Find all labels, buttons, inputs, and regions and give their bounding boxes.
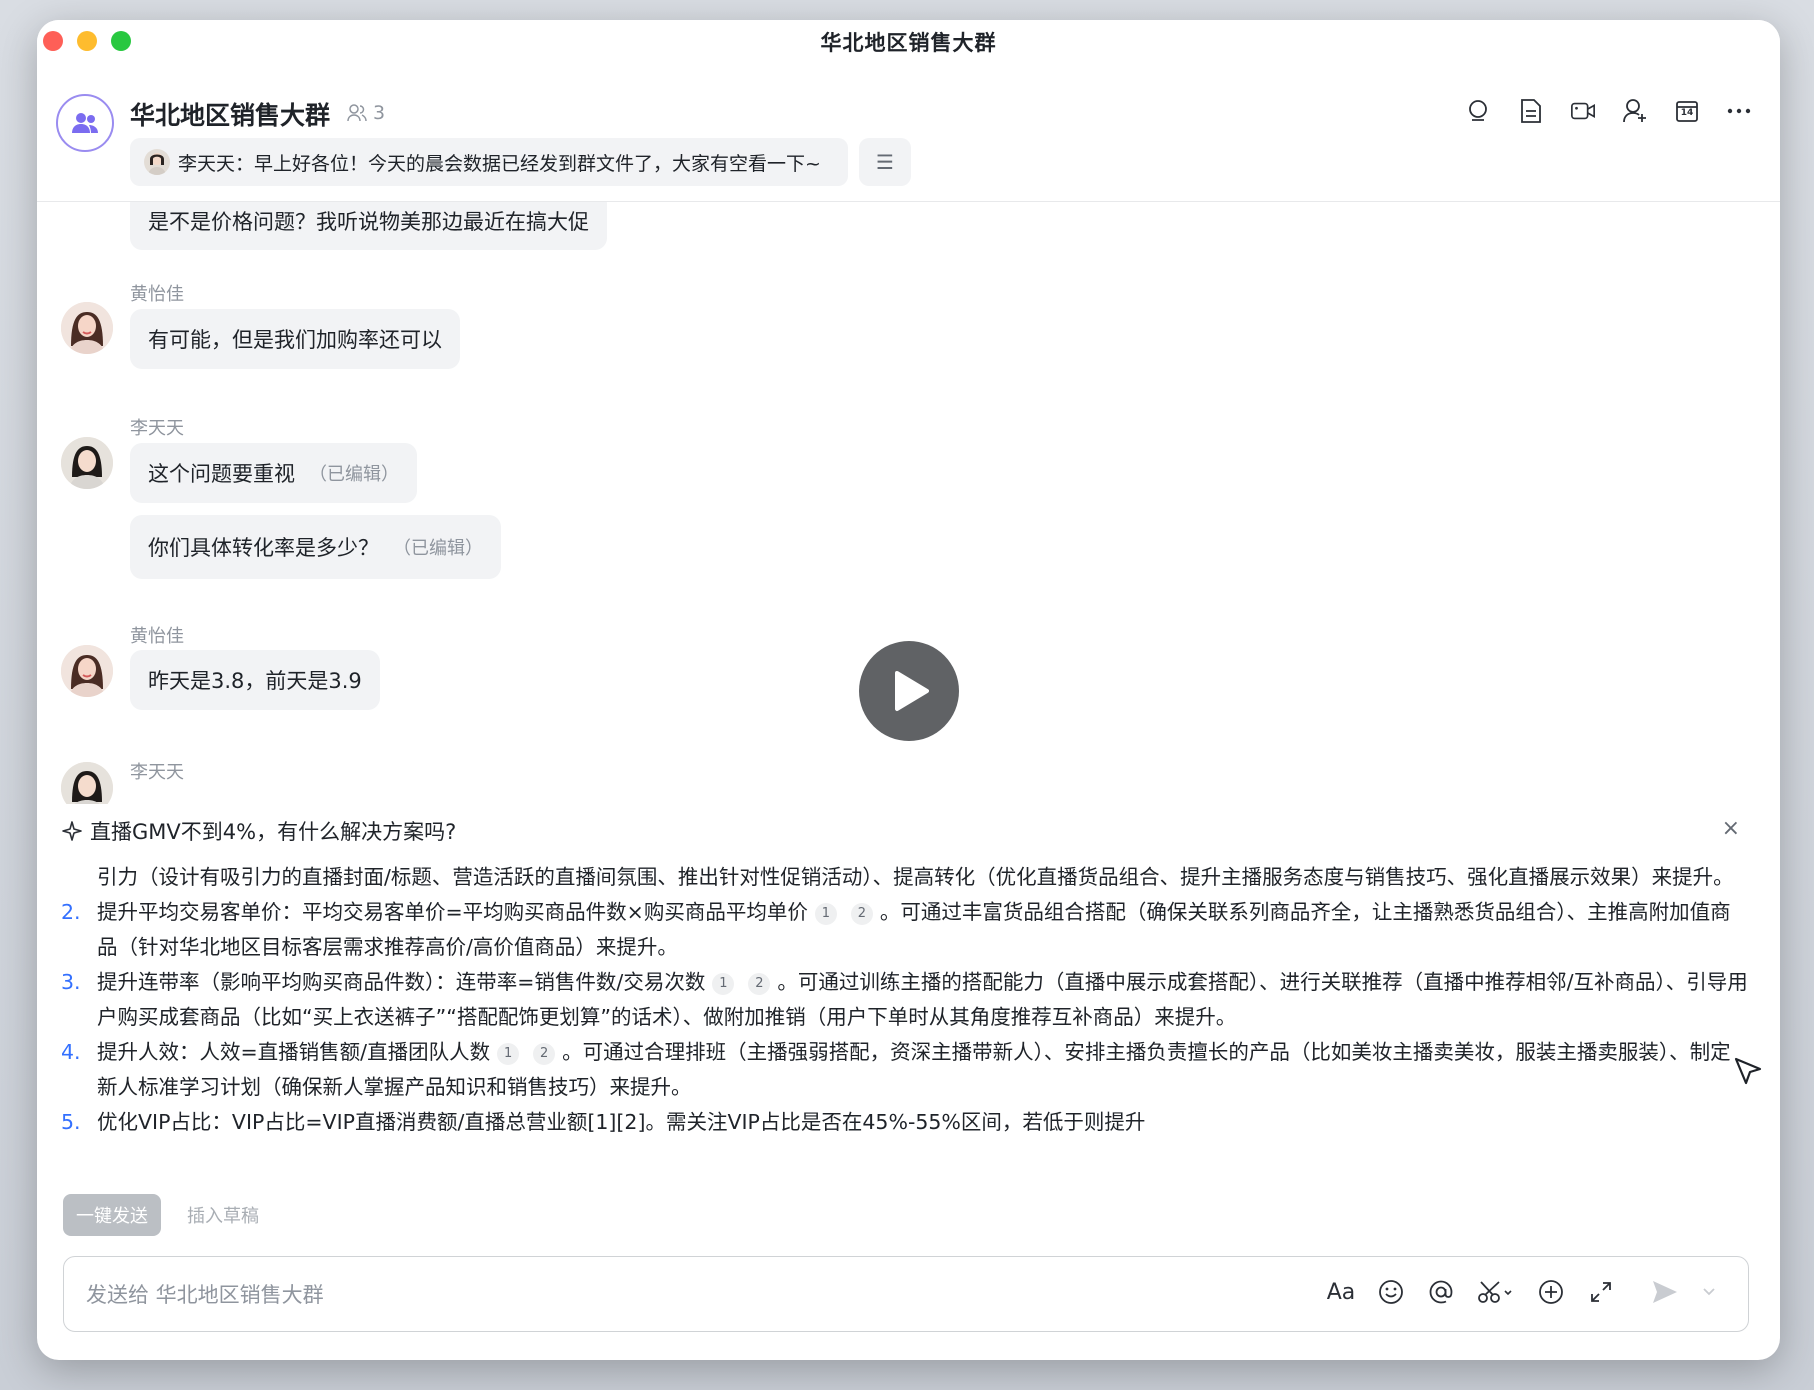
one-click-send-button[interactable]: 一键发送 (63, 1194, 161, 1236)
ai-answer-body: 引力（设计有吸引力的直播封面/标题、营造活跃的直播间氛围、推出针对性促销活动）、… (61, 860, 1751, 1140)
screenshot-icon[interactable] (1476, 1277, 1516, 1307)
citation-1[interactable]: 1 (712, 973, 735, 995)
format-icon[interactable]: Aa (1326, 1277, 1356, 1307)
answer-item: 4. 提升人效：人效=直播销售额/直播团队人数 1 2 。可通过合理排班（主播强弱搭配… (61, 1035, 1751, 1105)
input-toolbar: Aa (1326, 1277, 1718, 1307)
calendar-day: 14 (1680, 108, 1694, 118)
item-text: 引力（设计有吸引力的直播封面/标题、营造活跃的直播间氛围、推出针对性促销活动）、… (97, 865, 1734, 889)
message-bubble[interactable]: 你们具体转化率是多少？ （已编辑） (130, 515, 501, 579)
member-count-value: 3 (373, 102, 386, 124)
item-text-a: 优化VIP占比：VIP占比=VIP直播消费额/直播总营业额[1][2]。需关注V… (97, 1110, 1146, 1134)
message-text: 是不是价格问题？我听说物美那边最近在搞大促 (148, 210, 589, 234)
group-name[interactable]: 华北地区销售大群 (130, 96, 330, 132)
zoom-window-button[interactable] (111, 31, 131, 51)
citation-2[interactable]: 2 (850, 903, 873, 925)
window-title: 华北地区销售大群 (820, 31, 997, 55)
message-bubble[interactable]: 有可能，但是我们加购率还可以 (130, 309, 460, 369)
item-number: 2. (61, 900, 81, 924)
answer-item: 3. 提升连带率（影响平均购买商品件数）：连带率=销售件数/交易次数 1 2 。可通过… (61, 965, 1751, 1035)
ai-answer-panel: 直播GMV不到4%，有什么解决方案吗? × 引力（设计有吸引力的直播封面/标题、… (37, 804, 1780, 1254)
item-number (61, 860, 97, 895)
edited-label: （已编辑） (393, 538, 483, 559)
ai-question: 直播GMV不到4%，有什么解决方案吗? (62, 816, 456, 846)
sparkle-icon (62, 821, 82, 841)
play-button[interactable] (859, 641, 959, 741)
citation-2[interactable]: 2 (748, 973, 771, 995)
sender-name: 黄怡佳 (130, 626, 184, 647)
answer-item: 引力（设计有吸引力的直播封面/标题、营造活跃的直播间氛围、推出针对性促销活动）、… (61, 860, 1751, 895)
pin-avatar (144, 149, 170, 175)
citation-1[interactable]: 1 (814, 903, 837, 925)
video-icon[interactable] (1570, 98, 1596, 124)
pinned-message-text: 李天天：早上好各位！今天的晨会数据已经发到群文件了，大家有空看一下~ (178, 152, 821, 175)
title-bar: 华北地区销售大群 (37, 20, 1780, 64)
header-toolbar: 14 (1466, 98, 1752, 124)
item-number: 5. (61, 1110, 81, 1134)
group-icon (72, 113, 98, 133)
message-bubble[interactable]: 是不是价格问题？我听说物美那边最近在搞大促 (130, 202, 607, 250)
item-text-a: 提升平均交易客单价：平均交易客单价=平均购买商品件数×购买商品平均单价 (97, 900, 808, 924)
calendar-icon[interactable]: 14 (1674, 98, 1700, 124)
mouse-cursor-icon (1733, 1056, 1763, 1092)
message-text: 你们具体转化率是多少？ (148, 536, 379, 560)
add-icon[interactable] (1536, 1277, 1566, 1307)
message-text: 这个问题要重视 (148, 462, 295, 486)
chevron-down-icon[interactable] (1700, 1277, 1718, 1307)
expand-icon[interactable] (1586, 1277, 1616, 1307)
member-count[interactable]: 3 (347, 102, 385, 124)
window-controls (43, 31, 131, 51)
close-icon[interactable]: × (1722, 816, 1740, 841)
avatar-huang[interactable] (61, 302, 113, 354)
item-text-a: 提升人效：人效=直播销售额/直播团队人数 (97, 1040, 491, 1064)
search-icon[interactable] (1466, 98, 1492, 124)
citation-2[interactable]: 2 (533, 1043, 556, 1065)
emoji-icon[interactable] (1376, 1277, 1406, 1307)
item-text: 提升人效：人效=直播销售额/直播团队人数 1 2 。可通过合理排班（主播强弱搭配，资深… (97, 1035, 1751, 1105)
chat-header: 华北地区销售大群 3 李天天：早上好各位！今天的晨会数据已经发到群文件了，大家有… (37, 64, 1780, 202)
sender-name: 李天天 (130, 762, 184, 783)
item-number: 4. (61, 1040, 81, 1064)
members-icon (347, 104, 367, 122)
doc-icon[interactable] (1518, 98, 1544, 124)
message-bubble[interactable]: 昨天是3.8，前天是3.9 (130, 650, 380, 710)
avatar-li[interactable] (61, 437, 113, 489)
sender-name: 李天天 (130, 418, 184, 439)
send-icon[interactable] (1650, 1277, 1680, 1307)
play-icon (895, 671, 929, 711)
ai-question-text: 直播GMV不到4%，有什么解决方案吗? (90, 820, 457, 844)
item-number: 3. (61, 970, 81, 994)
answer-item: 5. 优化VIP占比：VIP占比=VIP直播消费额/直播总营业额[1][2]。需… (61, 1105, 1751, 1140)
edited-label: （已编辑） (309, 464, 399, 485)
answer-item: 2. 提升平均交易客单价：平均交易客单价=平均购买商品件数×购买商品平均单价 1 2… (61, 895, 1751, 965)
minimize-window-button[interactable] (77, 31, 97, 51)
message-input[interactable]: 发送给 华北地区销售大群 Aa (63, 1256, 1749, 1332)
avatar-li[interactable] (61, 762, 113, 804)
avatar-huang[interactable] (61, 645, 113, 697)
chat-window: 毕玉兰 8076 毕玉兰 8076 毕玉兰 8076 毕玉兰 8076 毕玉兰 … (37, 20, 1780, 1360)
item-text: 提升连带率（影响平均购买商品件数）：连带率=销售件数/交易次数 1 2 。可通过训练主… (97, 965, 1751, 1035)
sender-name: 黄怡佳 (130, 284, 184, 305)
pin-list-button[interactable]: ☰ (859, 138, 911, 186)
pinned-message[interactable]: 李天天：早上好各位！今天的晨会数据已经发到群文件了，大家有空看一下~ (130, 138, 848, 186)
message-bubble[interactable]: 这个问题要重视 （已编辑） (130, 443, 417, 503)
input-placeholder: 发送给 华北地区销售大群 (86, 1283, 324, 1307)
item-text: 提升平均交易客单价：平均交易客单价=平均购买商品件数×购买商品平均单价 1 2 。可通… (97, 895, 1751, 965)
add-member-icon[interactable] (1622, 98, 1648, 124)
group-avatar[interactable] (56, 94, 114, 152)
item-text: 优化VIP占比：VIP占比=VIP直播消费额/直播总营业额[1][2]。需关注V… (97, 1105, 1751, 1140)
item-text-a: 提升连带率（影响平均购买商品件数）：连带率=销售件数/交易次数 (97, 970, 706, 994)
citation-1[interactable]: 1 (497, 1043, 520, 1065)
message-text: 昨天是3.8，前天是3.9 (148, 669, 362, 693)
message-text: 有可能，但是我们加购率还可以 (148, 328, 442, 352)
more-icon[interactable] (1726, 98, 1752, 124)
close-window-button[interactable] (43, 31, 63, 51)
mention-icon[interactable] (1426, 1277, 1456, 1307)
insert-draft-button[interactable]: 插入草稿 (187, 1194, 259, 1236)
